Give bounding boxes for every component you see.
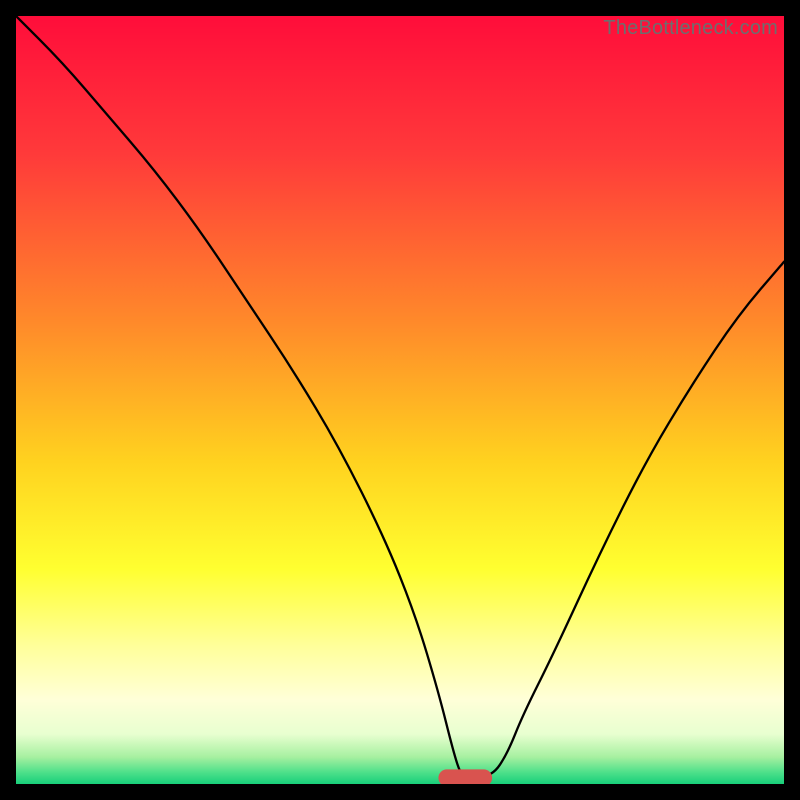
gradient-background (16, 16, 784, 784)
optimal-marker (438, 769, 492, 784)
chart-frame: TheBottleneck.com (0, 0, 800, 800)
bottleneck-chart (16, 16, 784, 784)
watermark-text: TheBottleneck.com (603, 17, 778, 40)
plot-area: TheBottleneck.com (16, 16, 784, 784)
